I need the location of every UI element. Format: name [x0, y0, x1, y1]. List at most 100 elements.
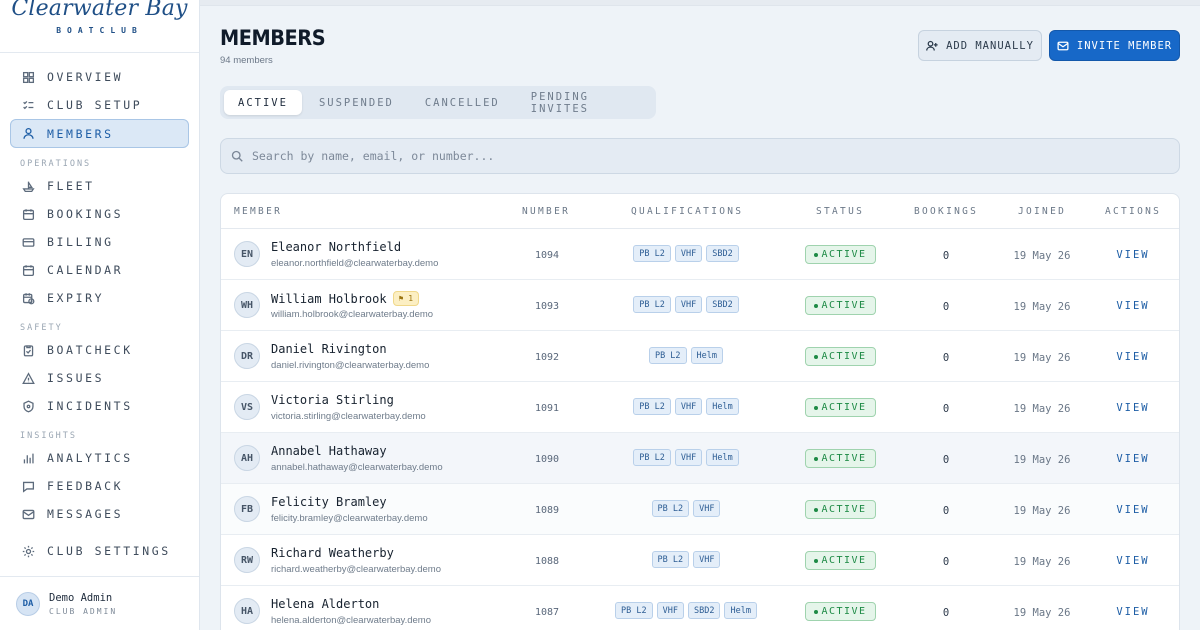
bookings-count: 0 — [942, 505, 950, 517]
tab-active[interactable]: ACTIVE — [224, 90, 302, 115]
sidebar-item-club-setup[interactable]: CLUB SETUP — [10, 91, 189, 119]
view-button[interactable]: VIEW — [1108, 249, 1158, 261]
sidebar-item-label: BILLING — [47, 235, 114, 249]
sidebar-item-boatcheck[interactable]: BOATCHECK — [10, 336, 189, 364]
status-label: ACTIVE — [821, 504, 867, 515]
qualification-badge: Helm — [690, 347, 724, 364]
status-tabs: ACTIVE SUSPENDED CANCELLED PENDING INVITES — [220, 86, 656, 119]
sidebar-item-label: MEMBERS — [47, 126, 114, 141]
invite-member-button[interactable]: INVITE MEMBER — [1049, 30, 1180, 61]
table-row[interactable]: WH William Holbrook ⚑ 1 william.holbrook@cl… — [221, 280, 1179, 331]
table-row[interactable]: EN Eleanor Northfield eleanor.northfield@c… — [221, 229, 1179, 280]
member-number: 1089 — [534, 505, 560, 516]
qualification-badge: SBD2 — [706, 296, 739, 313]
sidebar-item-issues[interactable]: ISSUES — [10, 364, 189, 392]
sidebar-item-label: CLUB SETUP — [47, 98, 143, 112]
qualifications: PB L2 VHF Helm — [591, 398, 781, 415]
view-button[interactable]: VIEW — [1108, 402, 1158, 414]
status-label: ACTIVE — [821, 351, 867, 362]
status-badge: ACTIVE — [805, 245, 876, 264]
table-row[interactable]: DR Daniel Rivington daniel.rivington@clear… — [221, 331, 1179, 382]
member-name: Daniel Rivington — [271, 342, 387, 356]
col-member[interactable]: MEMBER — [234, 206, 282, 217]
table-row[interactable]: AH Annabel Hathaway annabel.hathaway@clear… — [221, 433, 1179, 484]
invite-member-label: INVITE MEMBER — [1076, 39, 1173, 52]
bookings-count: 0 — [942, 556, 950, 568]
view-button[interactable]: VIEW — [1108, 504, 1158, 516]
bookings-count: 0 — [942, 454, 950, 466]
table-row[interactable]: HA Helena Alderton helena.alderton@clearwa… — [221, 586, 1179, 630]
member-name-cell[interactable]: Annabel Hathaway — [271, 444, 387, 458]
status-dot-icon — [814, 405, 819, 410]
col-bookings[interactable]: BOOKINGS — [914, 206, 978, 217]
qualification-badge: SBD2 — [706, 245, 739, 262]
mail-icon — [21, 507, 35, 521]
status-dot-icon — [814, 456, 819, 461]
tab-suspended[interactable]: SUSPENDED — [305, 90, 408, 115]
calendar-clock-icon — [21, 291, 35, 305]
user-profile[interactable]: DA Demo Admin CLUB ADMIN — [0, 576, 199, 630]
search-input[interactable] — [252, 149, 1152, 163]
col-qualifications[interactable]: QUALIFICATIONS — [631, 206, 743, 217]
member-name: Richard Weatherby — [271, 546, 394, 560]
add-manually-button[interactable]: ADD MANUALLY — [918, 30, 1042, 61]
member-number: 1092 — [534, 352, 560, 363]
view-button[interactable]: VIEW — [1108, 555, 1158, 567]
warning-icon — [21, 371, 35, 385]
table-row[interactable]: FB Felicity Bramley felicity.bramley@clear… — [221, 484, 1179, 535]
status-label: ACTIVE — [821, 606, 867, 617]
shield-icon — [21, 399, 35, 413]
sidebar-item-calendar[interactable]: CALENDAR — [10, 256, 189, 284]
tab-pending-invites[interactable]: PENDING INVITES — [517, 90, 649, 115]
user-icon — [21, 127, 35, 141]
sidebar-item-expiry[interactable]: EXPIRY — [10, 284, 189, 312]
sidebar-item-label: CALENDAR — [47, 263, 124, 277]
table-row[interactable]: VS Victoria Stirling victoria.stirling@cle… — [221, 382, 1179, 433]
sidebar-item-fleet[interactable]: FLEET — [10, 172, 189, 200]
avatar: WH — [234, 292, 260, 318]
sidebar-item-analytics[interactable]: ANALYTICS — [10, 444, 189, 472]
member-name-cell[interactable]: Richard Weatherby — [271, 546, 394, 560]
avatar: DR — [234, 343, 260, 369]
qualification-badge: Helm — [706, 398, 739, 415]
member-name-cell[interactable]: Daniel Rivington — [271, 342, 387, 356]
member-number: 1090 — [534, 454, 560, 465]
member-name-cell[interactable]: Victoria Stirling — [271, 393, 394, 407]
sidebar-item-feedback[interactable]: FEEDBACK — [10, 472, 189, 500]
view-button[interactable]: VIEW — [1108, 453, 1158, 465]
member-name-cell[interactable]: Eleanor Northfield — [271, 240, 401, 254]
sidebar-item-overview[interactable]: OVERVIEW — [10, 63, 189, 91]
flag-badge: ⚑ 1 — [392, 291, 420, 306]
tab-cancelled[interactable]: CANCELLED — [411, 90, 514, 115]
sidebar-item-label: FEEDBACK — [47, 479, 124, 493]
sidebar-item-label: INCIDENTS — [47, 399, 133, 413]
qualification-badge: VHF — [674, 449, 703, 466]
section-title-insights: INSIGHTS — [20, 431, 77, 441]
table-row[interactable]: RW Richard Weatherby richard.weatherby@cle… — [221, 535, 1179, 586]
calendar-icon — [21, 207, 35, 221]
brand-logo[interactable]: Clearwater Bay BOATCLUB — [0, 0, 199, 53]
avatar: DA — [16, 591, 40, 616]
sidebar-item-members[interactable]: MEMBERS — [10, 119, 189, 148]
sidebar-item-messages[interactable]: MESSAGES — [10, 500, 189, 528]
sidebar-item-label: FLEET — [47, 179, 95, 193]
sidebar-item-billing[interactable]: BILLING — [10, 228, 189, 256]
add-manually-label: ADD MANUALLY — [946, 39, 1034, 52]
col-joined[interactable]: JOINED — [1018, 206, 1066, 217]
view-button[interactable]: VIEW — [1108, 606, 1158, 618]
member-name-cell[interactable]: Felicity Bramley — [271, 495, 387, 509]
status-dot-icon — [814, 303, 819, 308]
member-number: 1091 — [534, 403, 560, 414]
sidebar-item-club-settings[interactable]: CLUB SETTINGS — [10, 537, 189, 565]
search-bar[interactable] — [220, 138, 1180, 174]
col-number[interactable]: NUMBER — [522, 206, 570, 217]
col-status[interactable]: STATUS — [816, 206, 864, 217]
sidebar-item-incidents[interactable]: INCIDENTS — [10, 392, 189, 420]
qualification-badge: PB L2 — [633, 398, 671, 415]
member-name-cell[interactable]: Helena Alderton — [271, 597, 379, 611]
sidebar-item-bookings[interactable]: BOOKINGS — [10, 200, 189, 228]
view-button[interactable]: VIEW — [1108, 300, 1158, 312]
status-label: ACTIVE — [821, 300, 867, 311]
view-button[interactable]: VIEW — [1108, 351, 1158, 363]
member-name-cell[interactable]: William Holbrook ⚑ 1 — [271, 291, 420, 306]
